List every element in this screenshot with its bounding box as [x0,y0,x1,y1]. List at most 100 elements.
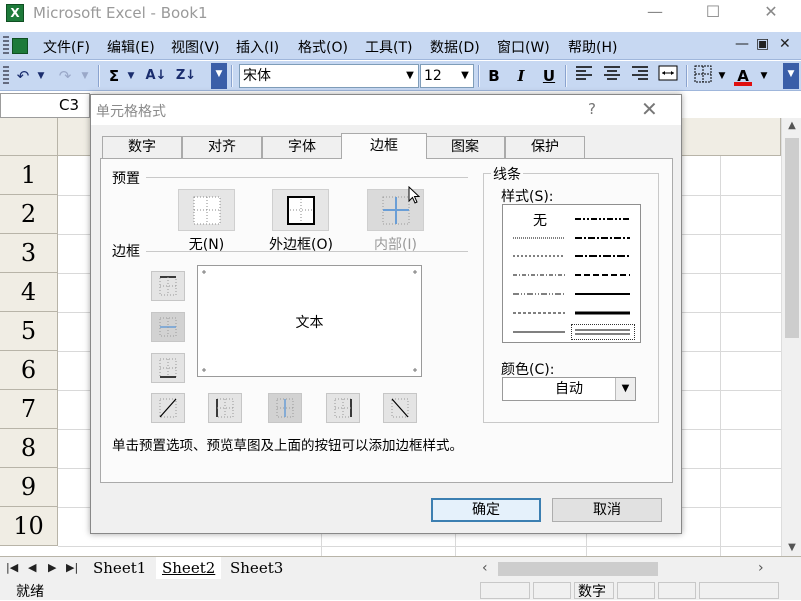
name-box[interactable]: C3 [0,93,90,118]
doc-minimize-button[interactable]: — [735,36,749,52]
row-header[interactable]: 5 [0,312,58,351]
row-header[interactable]: 8 [0,429,58,468]
border-inside-vertical-button[interactable] [268,393,302,423]
border-inside-horizontal-button[interactable] [151,312,185,342]
font-size-combo[interactable]: 12 ▼ [420,64,474,88]
redo-dropdown-icon[interactable]: ▼ [78,65,92,87]
preset-inside-button[interactable] [367,186,424,231]
row-header[interactable]: 10 [0,507,58,546]
border-help-text: 单击预置选项、预览草图及上面的按钮可以添加边框样式。 [112,438,463,454]
undo-icon[interactable]: ↶ [12,65,34,87]
ok-button[interactable]: 确定 [431,498,541,522]
row-header[interactable]: 6 [0,351,58,390]
autosum-icon[interactable]: Σ [104,65,124,87]
preset-outline-button[interactable] [272,189,329,231]
undo-dropdown-icon[interactable]: ▼ [34,65,48,87]
toolbar-grip[interactable] [3,66,9,86]
close-button[interactable]: ✕ [748,0,794,26]
doc-close-button[interactable]: ✕ [779,36,791,52]
border-diagonal-down-button[interactable] [383,393,417,423]
toolbar-grip[interactable] [3,36,9,56]
dialog-help-button[interactable]: ? [588,100,596,118]
preset-none-button[interactable] [178,189,235,231]
italic-button[interactable]: I [511,65,531,87]
scroll-down-icon[interactable]: ▼ [782,542,801,553]
redo-icon[interactable]: ↷ [54,65,76,87]
toolbar-options-icon[interactable]: ▼ [783,63,799,89]
select-all-corner[interactable] [0,118,58,156]
align-left-icon[interactable] [572,65,596,87]
sheet-tab-2[interactable]: Sheet2 [156,557,222,579]
line-color-combo[interactable]: 自动 ▼ [502,377,636,401]
scroll-right-icon[interactable]: › [758,560,764,576]
border-top-button[interactable] [151,271,185,301]
menu-format[interactable]: 格式(O) [298,37,348,57]
font-color-icon[interactable]: A [732,65,754,87]
row-header[interactable]: 7 [0,390,58,429]
menu-data[interactable]: 数据(D) [430,37,480,57]
border-diagonal-up-button[interactable] [151,393,185,423]
border-preview[interactable]: 文本 [197,265,422,377]
menu-insert[interactable]: 插入(I) [236,37,279,57]
border-tab-page: 预置 无(N) 外边框(O) 内部(I) 边框 文本 单击预置选项、预览草图及上… [100,158,673,483]
align-right-icon[interactable] [628,65,652,87]
vertical-scroll-thumb[interactable] [785,138,799,338]
horizontal-scrollbar[interactable]: ‹ › [478,559,781,579]
font-color-dropdown-icon[interactable]: ▼ [757,65,771,87]
chevron-down-icon[interactable]: ▼ [615,378,635,400]
row-header[interactable]: 1 [0,156,58,195]
first-sheet-icon[interactable]: |◀ [6,561,18,574]
line-style-list[interactable]: 无 [502,204,641,343]
tab-alignment[interactable]: 对齐 [182,136,262,158]
dialog-title-bar[interactable]: 单元格格式 ? ✕ [91,95,681,125]
row-header[interactable]: 9 [0,468,58,507]
cancel-button[interactable]: 取消 [552,498,662,522]
toolbar-options-icon[interactable]: ▼ [211,63,227,89]
prev-sheet-icon[interactable]: ◀ [28,561,36,574]
tab-number[interactable]: 数字 [102,136,182,158]
borders-dropdown-icon[interactable]: ▼ [715,65,729,87]
sheet-tab-1[interactable]: Sheet1 [87,557,152,579]
sort-descending-icon[interactable]: Z↓ [173,65,199,87]
border-bottom-button[interactable] [151,353,185,383]
doc-restore-button[interactable]: ▣ [756,36,769,52]
menu-window[interactable]: 窗口(W) [497,37,550,57]
tab-protection[interactable]: 保护 [505,136,585,158]
menu-help[interactable]: 帮助(H) [568,37,617,57]
minimize-button[interactable]: — [632,0,678,26]
border-right-button[interactable] [326,393,360,423]
vertical-scrollbar[interactable]: ▲ ▼ [781,118,801,556]
borders-icon[interactable] [692,65,714,87]
chevron-down-icon[interactable]: ▼ [457,65,473,87]
bold-button[interactable]: B [484,65,504,87]
next-sheet-icon[interactable]: ▶ [48,561,56,574]
autosum-dropdown-icon[interactable]: ▼ [124,65,138,87]
chevron-down-icon[interactable]: ▼ [402,65,418,87]
row-header[interactable]: 2 [0,195,58,234]
horizontal-scroll-thumb[interactable] [498,562,658,576]
menu-edit[interactable]: 编辑(E) [107,37,155,57]
underline-button[interactable]: U [539,65,559,87]
last-sheet-icon[interactable]: ▶| [66,561,78,574]
font-name-combo[interactable]: 宋体 ▼ [239,64,419,88]
row-header[interactable]: 3 [0,234,58,273]
sheet-tab-3[interactable]: Sheet3 [224,557,289,579]
tab-patterns[interactable]: 图案 [425,136,505,158]
border-left-button[interactable] [208,393,242,423]
maximize-button[interactable]: ☐ [690,0,736,26]
scroll-up-icon[interactable]: ▲ [782,120,801,131]
scroll-left-icon[interactable]: ‹ [482,560,488,576]
menu-file[interactable]: 文件(F) [43,37,90,57]
sort-ascending-icon[interactable]: A↓ [143,65,169,87]
dialog-close-button[interactable]: ✕ [641,97,658,121]
align-center-icon[interactable] [600,65,624,87]
menu-view[interactable]: 视图(V) [171,37,220,57]
format-cells-dialog: 单元格格式 ? ✕ 数字 对齐 字体 边框 图案 保护 预置 无(N) 外边框(… [90,94,682,534]
row-header[interactable]: 4 [0,273,58,312]
menu-tools[interactable]: 工具(T) [365,37,412,57]
tab-border[interactable]: 边框 [341,133,427,159]
title-bar: X Microsoft Excel - Book1 — ☐ ✕ [0,0,801,26]
workbook-icon[interactable] [12,38,28,54]
tab-font[interactable]: 字体 [262,136,342,158]
merge-center-icon[interactable] [656,65,680,87]
